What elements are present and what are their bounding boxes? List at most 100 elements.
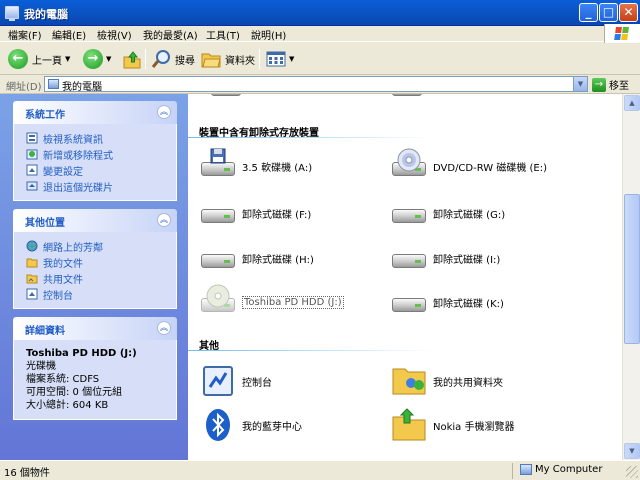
details-header[interactable]: 詳細資料 ︽	[13, 317, 177, 340]
back-dropdown-icon[interactable]: ▼	[65, 55, 70, 63]
item-label: 卸除式磁碟 (F:)	[242, 209, 312, 221]
resize-grip[interactable]	[626, 466, 638, 478]
place-network[interactable]: 網路上的芳鄰	[26, 238, 176, 254]
menu-tools[interactable]: 工具(T)	[206, 27, 240, 42]
control-panel-icon	[200, 363, 236, 399]
menu-help[interactable]: 說明(H)	[251, 27, 286, 42]
removable-disk-icon	[391, 284, 427, 320]
details-title: 詳細資料	[25, 326, 65, 337]
menu-view[interactable]: 檢視(V)	[97, 27, 132, 42]
drive-e[interactable]: DVD/CD-RW 磁碟機 (E:)	[391, 148, 547, 184]
place-label: 網路上的芳鄰	[43, 242, 103, 254]
drive-icon	[211, 94, 241, 96]
close-button[interactable]: ✕	[619, 3, 638, 22]
views-button[interactable]: ▼	[266, 47, 294, 71]
item-label: 卸除式磁碟 (H:)	[242, 254, 314, 266]
menu-file[interactable]: 檔案(F)	[8, 27, 42, 42]
explorer-window: 我的電腦 _ □ ✕ 檔案(F) 編輯(E) 檢視(V) 我的最愛(A) 工具(…	[0, 0, 640, 480]
toolbar: ← 上一頁 ▼ → ▼ 搜尋 資料夾 ▼	[0, 43, 640, 75]
my-computer-icon	[48, 79, 59, 89]
vertical-scrollbar[interactable]: ▲ ▼	[622, 94, 640, 460]
other-places-body: 網路上的芳鄰 我的文件 共用文件 控制台	[13, 232, 177, 309]
drive-body-icon	[201, 162, 235, 176]
place-my-documents[interactable]: 我的文件	[26, 254, 176, 270]
status-location: My Computer	[535, 464, 603, 475]
folders-button[interactable]: 資料夾	[201, 47, 255, 71]
item-label: 卸除式磁碟 (K:)	[433, 298, 504, 310]
search-button[interactable]: 搜尋	[151, 47, 195, 71]
task-label: 新增或移除程式	[43, 150, 113, 162]
search-label: 搜尋	[175, 55, 195, 67]
my-computer-icon	[5, 6, 19, 21]
task-add-remove-programs[interactable]: 新增或移除程式	[26, 146, 176, 162]
address-label: 網址(D)	[6, 82, 42, 93]
item-label: 控制台	[242, 377, 272, 389]
address-dropdown-icon[interactable]: ▼	[573, 77, 587, 91]
place-label: 我的文件	[43, 258, 83, 270]
address-field[interactable]: 我的電腦 ▼	[44, 76, 588, 93]
scroll-up-button[interactable]: ▲	[624, 95, 640, 111]
removable-disk-icon	[200, 195, 236, 231]
drive-a[interactable]: 3.5 軟碟機 (A:)	[200, 148, 312, 184]
system-tasks-body: 檢視系統資訊 新增或移除程式 變更設定 退出這個光碟片	[13, 124, 177, 201]
task-view-system-info[interactable]: 檢視系統資訊	[26, 130, 176, 146]
details-body: Toshiba PD HDD (J:) 光碟機 檔案系統: CDFS 可用空間:…	[13, 340, 177, 420]
collapse-icon[interactable]: ︽	[157, 105, 171, 119]
network-icon	[26, 240, 38, 252]
collapse-icon[interactable]: ︽	[157, 213, 171, 227]
task-change-settings[interactable]: 變更設定	[26, 162, 176, 178]
task-label: 檢視系統資訊	[43, 134, 103, 146]
forward-button[interactable]: → ▼	[83, 47, 111, 71]
drive-body-icon	[201, 209, 235, 223]
system-tasks-header[interactable]: 系統工作 ︽	[13, 101, 177, 124]
drive-body-icon	[392, 209, 426, 223]
windows-flag-icon	[614, 27, 630, 41]
object-count: 16 個物件	[4, 468, 50, 479]
scroll-thumb[interactable]	[624, 194, 640, 344]
drive-k[interactable]: 卸除式磁碟 (K:)	[391, 284, 504, 320]
place-label: 共用文件	[43, 274, 83, 286]
group-divider	[188, 350, 433, 351]
up-folder-button[interactable]	[122, 47, 142, 71]
item-label: 3.5 軟碟機 (A:)	[242, 162, 313, 174]
drive-body-icon	[392, 254, 426, 268]
floppy-drive-icon	[200, 148, 236, 184]
drive-g[interactable]: 卸除式磁碟 (G:)	[391, 195, 505, 231]
drive-f[interactable]: 卸除式磁碟 (F:)	[200, 195, 311, 231]
menu-edit[interactable]: 編輯(E)	[52, 27, 86, 42]
system-info-icon	[26, 132, 38, 144]
scroll-down-button[interactable]: ▼	[624, 443, 640, 459]
drive-i[interactable]: 卸除式磁碟 (I:)	[391, 240, 500, 276]
details-panel: 詳細資料 ︽ Toshiba PD HDD (J:) 光碟機 檔案系統: CDF…	[13, 317, 177, 420]
go-button[interactable]: → 移至	[592, 77, 629, 92]
drive-body-icon	[201, 254, 235, 268]
minimize-button[interactable]: _	[579, 3, 598, 22]
title-bar[interactable]: 我的電腦 _ □ ✕	[0, 0, 640, 26]
bluetooth-icon	[200, 407, 236, 443]
task-eject-disc[interactable]: 退出這個光碟片	[26, 178, 176, 194]
views-icon	[266, 51, 286, 67]
place-shared-documents[interactable]: 共用文件	[26, 270, 176, 286]
address-value: 我的電腦	[62, 82, 102, 93]
maximize-button[interactable]: □	[599, 3, 618, 22]
place-control-panel[interactable]: 控制台	[26, 286, 176, 302]
collapse-icon[interactable]: ︽	[157, 321, 171, 335]
removable-disk-icon	[391, 240, 427, 276]
item-shared-folder[interactable]: 我的共用資料夾	[391, 363, 503, 399]
cd-drive-icon	[200, 284, 236, 320]
go-arrow-icon: →	[592, 77, 606, 92]
item-bluetooth[interactable]: 我的藍芽中心	[200, 407, 302, 443]
item-control-panel[interactable]: 控制台	[200, 363, 272, 399]
dvd-drive-icon	[391, 148, 427, 184]
shared-folder-graphic	[392, 368, 426, 395]
back-button[interactable]: ← 上一頁 ▼	[8, 47, 70, 71]
forward-dropdown-icon[interactable]: ▼	[106, 55, 111, 63]
menu-favorites[interactable]: 我的最愛(A)	[143, 27, 198, 42]
item-label: Toshiba PD HDD (J:)	[242, 295, 344, 309]
drive-j[interactable]: Toshiba PD HDD (J:)	[200, 284, 344, 320]
other-places-header[interactable]: 其他位置 ︽	[13, 209, 177, 232]
status-bar: 16 個物件 My Computer	[0, 460, 640, 480]
drive-h[interactable]: 卸除式磁碟 (H:)	[200, 240, 314, 276]
views-dropdown-icon[interactable]: ▼	[289, 55, 294, 63]
item-nokia-browser[interactable]: Nokia 手機瀏覽器	[391, 407, 514, 443]
